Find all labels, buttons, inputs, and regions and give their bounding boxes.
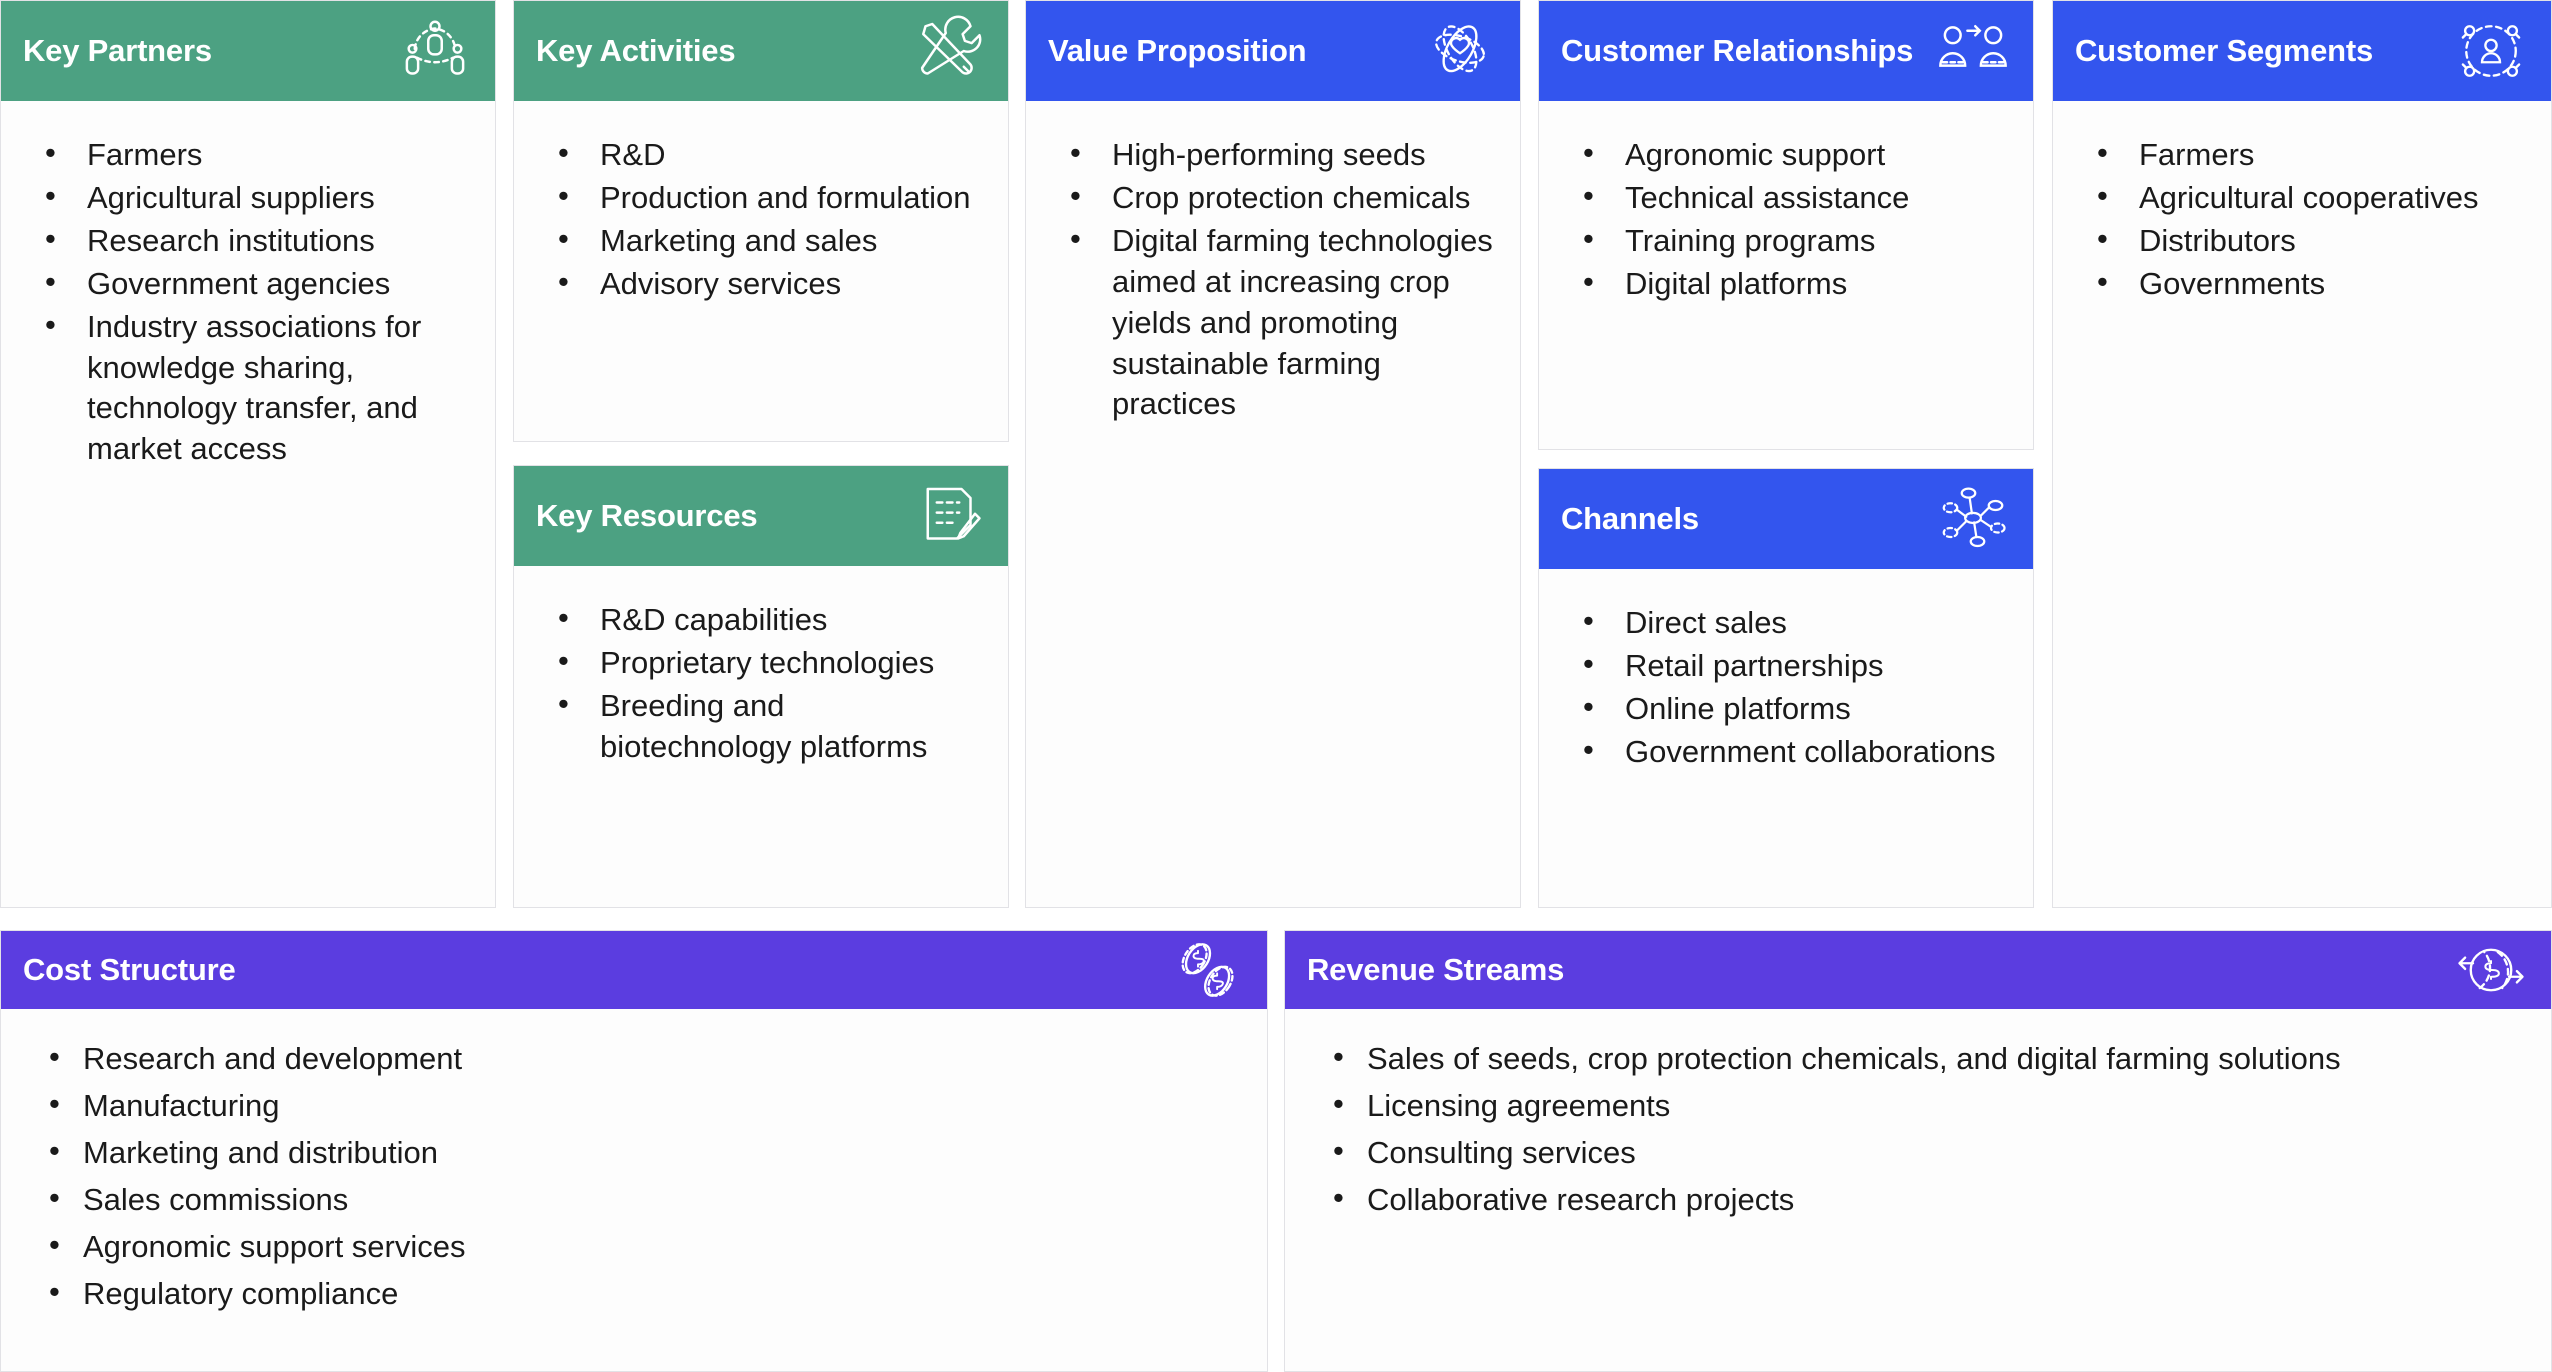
panel-title-key-activities: Key Activities — [536, 33, 736, 68]
list-item: Agricultural cooperatives — [2079, 176, 2525, 219]
list-item: R&D — [540, 133, 982, 176]
panel-header-key-resources: Key Resources — [514, 466, 1008, 566]
list-item: Agronomic support — [1565, 133, 2007, 176]
list-item: Production and formulation — [540, 176, 982, 219]
list-item: Marketing and sales — [540, 219, 982, 262]
list-item: Sales commissions — [27, 1178, 1241, 1221]
panel-channels[interactable]: Channels Direct sales Retail partnership… — [1538, 468, 2034, 908]
partners-network-icon — [399, 15, 471, 87]
atom-heart-icon — [1424, 15, 1496, 87]
list-item: Governments — [2079, 262, 2525, 305]
list-item: Research and development — [27, 1037, 1241, 1080]
panel-header-customer-relationships: Customer Relationships — [1539, 1, 2033, 101]
list-item: Digital platforms — [1565, 262, 2007, 305]
bullet-list-channels: Direct sales Retail partnerships Online … — [1565, 601, 2007, 773]
panel-header-key-partners: Key Partners — [1, 1, 495, 101]
panel-body-key-activities: R&D Production and formulation Marketing… — [514, 101, 1008, 441]
tools-wrench-screwdriver-icon — [912, 15, 984, 87]
panel-header-cost-structure: Cost Structure — [1, 931, 1267, 1009]
list-item: Proprietary technologies — [540, 641, 982, 684]
panel-key-partners[interactable]: Key Partners Farmers Agricultural suppli… — [0, 0, 496, 908]
panel-header-revenue-streams: Revenue Streams — [1285, 931, 2551, 1009]
list-item: Marketing and distribution — [27, 1131, 1241, 1174]
bullet-list-value-proposition: High-performing seeds Crop protection ch… — [1052, 133, 1494, 426]
panel-customer-relationships[interactable]: Customer Relationships Agronomic support… — [1538, 0, 2034, 450]
list-item: Sales of seeds, crop protection chemical… — [1311, 1037, 2525, 1080]
panel-key-resources[interactable]: Key Resources R&D capabilities Proprieta… — [513, 465, 1009, 908]
coins-dollar-icon — [1171, 934, 1243, 1006]
panel-title-cost-structure: Cost Structure — [23, 952, 236, 987]
target-audience-icon — [2455, 15, 2527, 87]
list-item: Industry associations for knowledge shar… — [27, 305, 469, 471]
panel-customer-segments[interactable]: Customer Segments Farmers Agricultural c… — [2052, 0, 2552, 908]
list-item: Advisory services — [540, 262, 982, 305]
list-item: Agricultural suppliers — [27, 176, 469, 219]
list-item: Agronomic support services — [27, 1225, 1241, 1268]
panel-title-key-partners: Key Partners — [23, 33, 212, 68]
list-item: Farmers — [27, 133, 469, 176]
list-item: Regulatory compliance — [27, 1272, 1241, 1315]
list-item: Government agencies — [27, 262, 469, 305]
list-item: Online platforms — [1565, 687, 2007, 730]
panel-title-customer-segments: Customer Segments — [2075, 33, 2374, 68]
panel-title-value-proposition: Value Proposition — [1048, 33, 1307, 68]
panel-header-value-proposition: Value Proposition — [1026, 1, 1520, 101]
business-model-canvas: Key Partners Farmers Agricultural suppli… — [0, 0, 2552, 1372]
money-flow-circle-icon — [2455, 934, 2527, 1006]
panel-revenue-streams[interactable]: Revenue Streams Sales of seeds, crop pro… — [1284, 930, 2552, 1372]
panel-title-customer-relationships: Customer Relationships — [1561, 33, 1914, 68]
panel-header-channels: Channels — [1539, 469, 2033, 569]
two-people-arrow-icon — [1937, 15, 2009, 87]
list-item: Consulting services — [1311, 1131, 2525, 1174]
list-item: Retail partnerships — [1565, 644, 2007, 687]
list-item: Direct sales — [1565, 601, 2007, 644]
list-item: High-performing seeds — [1052, 133, 1494, 176]
bullet-list-customer-relationships: Agronomic support Technical assistance T… — [1565, 133, 2007, 305]
list-item: Collaborative research projects — [1311, 1178, 2525, 1221]
panel-body-value-proposition: High-performing seeds Crop protection ch… — [1026, 101, 1520, 907]
panel-body-customer-relationships: Agronomic support Technical assistance T… — [1539, 101, 2033, 449]
bullet-list-key-partners: Farmers Agricultural suppliers Research … — [27, 133, 469, 471]
panel-title-revenue-streams: Revenue Streams — [1307, 952, 1565, 987]
distribution-network-icon — [1937, 483, 2009, 555]
panel-body-customer-segments: Farmers Agricultural cooperatives Distri… — [2053, 101, 2551, 907]
list-item: Farmers — [2079, 133, 2525, 176]
panel-value-proposition[interactable]: Value Proposition High-performing seeds … — [1025, 0, 1521, 908]
panel-header-customer-segments: Customer Segments — [2053, 1, 2551, 101]
document-pencil-icon — [912, 480, 984, 552]
bullet-list-cost-structure: Research and development Manufacturing M… — [27, 1037, 1241, 1315]
list-item: Digital farming technologies aimed at in… — [1052, 219, 1494, 426]
panel-body-key-resources: R&D capabilities Proprietary technologie… — [514, 566, 1008, 907]
panel-key-activities[interactable]: Key Activities R&D Production and formul… — [513, 0, 1009, 442]
list-item: Government collaborations — [1565, 730, 2007, 773]
panel-body-cost-structure: Research and development Manufacturing M… — [1, 1009, 1267, 1371]
panel-title-key-resources: Key Resources — [536, 498, 758, 533]
list-item: Research institutions — [27, 219, 469, 262]
list-item: Licensing agreements — [1311, 1084, 2525, 1127]
panel-body-key-partners: Farmers Agricultural suppliers Research … — [1, 101, 495, 907]
panel-title-channels: Channels — [1561, 501, 1699, 536]
bullet-list-key-activities: R&D Production and formulation Marketing… — [540, 133, 982, 305]
panel-cost-structure[interactable]: Cost Structure Research and development … — [0, 930, 1268, 1372]
panel-body-channels: Direct sales Retail partnerships Online … — [1539, 569, 2033, 907]
list-item: Crop protection chemicals — [1052, 176, 1494, 219]
bullet-list-revenue-streams: Sales of seeds, crop protection chemical… — [1311, 1037, 2525, 1221]
list-item: Technical assistance — [1565, 176, 2007, 219]
list-item: Distributors — [2079, 219, 2525, 262]
list-item: Training programs — [1565, 219, 2007, 262]
list-item: R&D capabilities — [540, 598, 982, 641]
panel-body-revenue-streams: Sales of seeds, crop protection chemical… — [1285, 1009, 2551, 1371]
list-item: Manufacturing — [27, 1084, 1241, 1127]
panel-header-key-activities: Key Activities — [514, 1, 1008, 101]
list-item: Breeding and biotechnology platforms — [540, 684, 982, 768]
bullet-list-key-resources: R&D capabilities Proprietary technologie… — [540, 598, 982, 768]
bullet-list-customer-segments: Farmers Agricultural cooperatives Distri… — [2079, 133, 2525, 305]
